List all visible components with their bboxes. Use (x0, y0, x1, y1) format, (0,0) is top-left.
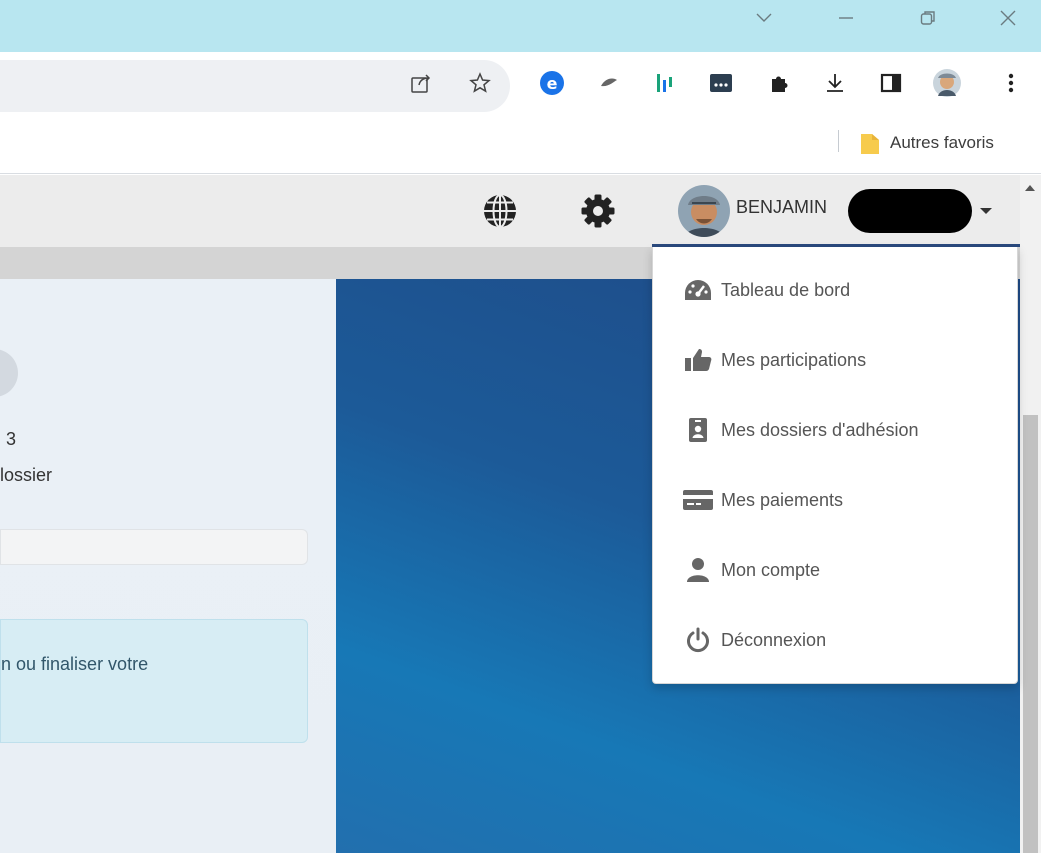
chevron-down-icon (756, 13, 772, 22)
extensions-button[interactable] (762, 66, 796, 100)
web-page: BENJAMIN 3 lossier n ou finaliser votre … (0, 175, 1041, 853)
credit-card-icon (679, 486, 717, 514)
side-panel-icon (880, 73, 902, 93)
user-menu-toggle[interactable]: BENJAMIN (652, 175, 1020, 247)
kebab-menu-icon (1008, 73, 1014, 93)
extension-leaf-button[interactable] (592, 66, 626, 100)
star-icon (469, 72, 491, 93)
scroll-up-arrow[interactable] (1025, 185, 1035, 191)
progress-field (0, 529, 308, 565)
menu-item-label: Mes dossiers d'adhésion (721, 419, 919, 440)
scroll-thumb[interactable] (1023, 415, 1038, 853)
menu-item-account[interactable]: Mon compte (653, 535, 1017, 605)
minimize-icon (839, 17, 853, 19)
tab-search-button[interactable] (750, 6, 778, 30)
dashboard-icon (679, 276, 717, 304)
app-navbar: BENJAMIN (0, 175, 1041, 247)
user-name: BENJAMIN (736, 197, 828, 217)
extension-e-icon: e (540, 71, 564, 95)
info-alert: n ou finaliser votre (0, 619, 308, 743)
avatar (678, 185, 730, 237)
bookmarks-separator (838, 130, 839, 152)
bookmarks-bar: Autres favoris (0, 112, 1041, 174)
power-icon (679, 626, 717, 654)
extension-password-button[interactable] (704, 66, 738, 100)
browser-menu-button[interactable] (994, 66, 1028, 100)
restore-button[interactable] (914, 6, 942, 30)
user-photo-icon (678, 185, 730, 237)
window-titlebar (0, 0, 1041, 52)
restore-icon (920, 11, 935, 25)
bookmark-folder-other[interactable]: Autres favoris (860, 130, 994, 156)
password-manager-icon (710, 74, 732, 92)
thumbs-up-icon (679, 346, 717, 374)
gear-icon (581, 194, 615, 228)
share-page-button[interactable] (404, 66, 438, 100)
profile-circle (0, 349, 18, 397)
menu-item-dashboard[interactable]: Tableau de bord (653, 255, 1017, 325)
extension-bars-button[interactable] (648, 66, 682, 100)
user-dropdown-menu: Tableau de bord Mes participations Mes d… (652, 247, 1018, 684)
minimize-button[interactable] (832, 6, 860, 30)
menu-item-label: Mes participations (721, 349, 867, 370)
left-panel-line-1: 3 (6, 429, 17, 449)
folder-icon (861, 134, 879, 154)
left-panel-line-2: lossier (0, 465, 53, 485)
side-panel-button[interactable] (874, 66, 908, 100)
profile-button[interactable] (930, 66, 964, 100)
settings-button[interactable] (578, 191, 618, 231)
downloads-button[interactable] (818, 66, 852, 100)
menu-item-label: Mon compte (721, 559, 821, 580)
caret-down-icon (980, 208, 992, 214)
menu-item-label: Déconnexion (721, 629, 827, 650)
menu-item-membership-files[interactable]: Mes dossiers d'adhésion (653, 395, 1017, 465)
bookmark-star-button[interactable] (463, 66, 497, 100)
close-window-button[interactable] (994, 6, 1022, 30)
close-icon (1000, 10, 1016, 26)
info-alert-text: n ou finaliser votre (1, 654, 149, 674)
bars-icon (657, 74, 672, 92)
menu-item-label: Tableau de bord (721, 279, 851, 300)
download-icon (827, 74, 843, 92)
browser-toolbar: e (0, 52, 1041, 112)
globe-icon (484, 194, 516, 228)
language-button[interactable] (480, 191, 520, 231)
bookmark-folder-label: Autres favoris (890, 133, 994, 152)
leaf-icon (601, 78, 617, 87)
profile-avatar-icon (933, 69, 961, 97)
user-icon (679, 556, 717, 584)
menu-item-label: Mes paiements (721, 489, 844, 510)
menu-item-logout[interactable]: Déconnexion (653, 605, 1017, 675)
menu-item-payments[interactable]: Mes paiements (653, 465, 1017, 535)
svg-text:e: e (547, 74, 558, 93)
page-scrollbar[interactable] (1020, 175, 1041, 853)
menu-item-participations[interactable]: Mes participations (653, 325, 1017, 395)
extension-e-button[interactable]: e (535, 66, 569, 100)
puzzle-icon (772, 76, 788, 92)
share-icon (411, 74, 431, 93)
left-content-panel: 3 lossier n ou finaliser votre (0, 279, 336, 853)
id-badge-icon (679, 416, 717, 444)
redacted-surname (848, 189, 972, 233)
